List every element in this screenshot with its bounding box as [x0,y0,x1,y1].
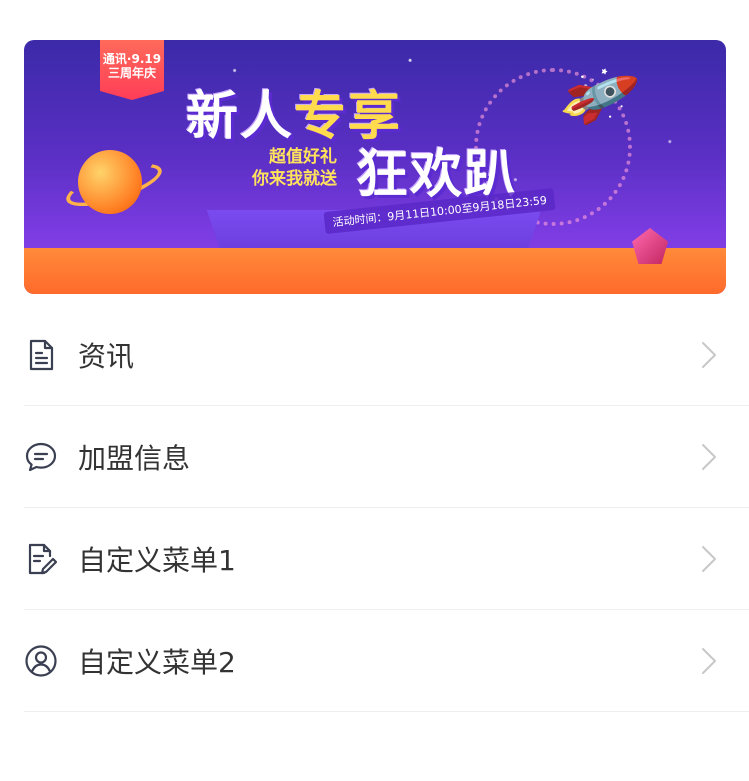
chevron-right-icon [699,340,719,370]
ribbon-text: 通讯·9.19 三周年庆 [102,52,162,80]
page: 🚀 通讯·9.19 三周年庆 新人专享 超值好礼 你来我就送 狂欢趴 活动时间：… [0,0,749,781]
menu-list: 资讯 加盟信息 自定义菜单1 自定义菜单2 [0,304,749,712]
menu-item-label: 自定义菜单2 [78,645,236,679]
menu-item-custom-1[interactable]: 自定义菜单1 [24,508,749,610]
planet-decoration [78,150,142,214]
chat-bubble-icon [24,440,58,474]
promo-banner[interactable]: 🚀 通讯·9.19 三周年庆 新人专享 超值好礼 你来我就送 狂欢趴 活动时间：… [24,40,726,294]
document-icon [24,338,58,372]
banner-subtitle: 超值好礼 你来我就送 [252,146,337,190]
chevron-right-icon [699,544,719,574]
menu-item-franchise-info[interactable]: 加盟信息 [24,406,749,508]
chevron-right-icon [699,442,719,472]
user-circle-icon [24,644,58,678]
banner-ground [24,248,726,294]
subtitle-line2: 你来我就送 [252,169,337,189]
menu-item-label: 资讯 [78,339,135,373]
anniversary-ribbon: 通讯·9.19 三周年庆 [100,40,164,100]
edit-document-icon [24,542,58,576]
subtitle-line1: 超值好礼 [269,147,337,167]
menu-item-custom-2[interactable]: 自定义菜单2 [24,610,749,712]
headline-part1: 新人 [186,87,295,147]
menu-item-label: 加盟信息 [78,441,191,475]
menu-item-news[interactable]: 资讯 [24,304,749,406]
menu-item-label: 自定义菜单1 [78,543,236,577]
chevron-right-icon [699,646,719,676]
